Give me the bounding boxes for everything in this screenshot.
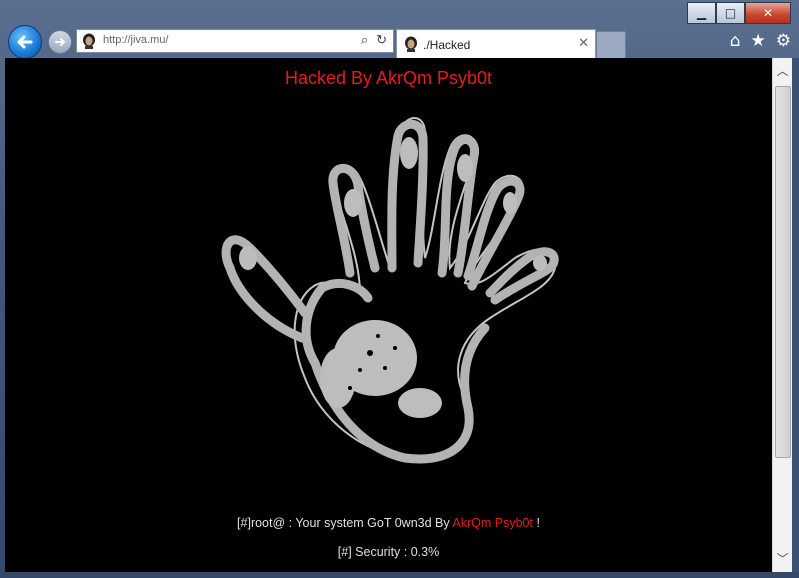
forward-button[interactable] xyxy=(48,30,72,54)
scroll-up-icon[interactable]: ︿ xyxy=(775,62,790,78)
attacker-name: AkrQm Psyb0t xyxy=(452,516,533,530)
vertical-scrollbar[interactable]: ︿ ﹀ xyxy=(772,58,793,572)
close-tab-icon[interactable]: ✕ xyxy=(578,35,589,51)
address-url[interactable]: http://jiva.mu/ xyxy=(103,34,168,46)
ownership-message: [#]root@ : Your system GoT 0wn3d By AkrQ… xyxy=(5,516,772,530)
tab-title: ./Hacked xyxy=(423,38,471,52)
star-icon[interactable]: ★ xyxy=(751,31,766,51)
scroll-thumb[interactable] xyxy=(775,86,791,458)
search-icon[interactable]: ⌕ xyxy=(361,32,368,48)
handprint-image xyxy=(221,117,559,464)
browser-window: ▁ □ ✕ http://jiva.mu/ ⌕ ↻ ./Hacked ✕ ⌂ ★ xyxy=(0,0,799,578)
window-controls: ▁ □ ✕ xyxy=(687,2,791,24)
maximize-button[interactable]: □ xyxy=(716,2,745,24)
home-icon[interactable]: ⌂ xyxy=(730,31,741,51)
tab-hacked[interactable]: ./Hacked ✕ xyxy=(396,29,596,59)
back-button[interactable] xyxy=(8,25,42,59)
gear-icon[interactable]: ⚙ xyxy=(776,31,791,51)
refresh-icon[interactable]: ↻ xyxy=(376,32,387,48)
security-status: [#] Security : 0.3% xyxy=(337,545,440,559)
arrow-right-icon xyxy=(55,38,66,46)
close-button[interactable]: ✕ xyxy=(745,2,791,24)
address-actions: ⌕ ↻ xyxy=(361,32,387,48)
scroll-down-icon[interactable]: ﹀ xyxy=(775,550,790,566)
message-prefix: [#]root@ : Your system GoT 0wn3d By xyxy=(237,516,453,530)
message-suffix: ! xyxy=(532,516,540,530)
toolbar-icons: ⌂ ★ ⚙ xyxy=(730,31,791,51)
site-favicon-icon xyxy=(83,33,95,49)
tab-favicon-icon xyxy=(405,36,417,52)
page-viewport: Hacked By AkrQm Psyb0t [#]root@: Your s… xyxy=(5,58,772,572)
page-headline: Hacked By AkrQm Psyb0t xyxy=(284,68,493,88)
navigation-bar: http://jiva.mu/ ⌕ ↻ ./Hacked ✕ ⌂ ★ ⚙ xyxy=(0,22,799,59)
window-border xyxy=(792,58,799,572)
minimize-button[interactable]: ▁ xyxy=(687,2,716,24)
address-bar[interactable]: http://jiva.mu/ ⌕ ↻ xyxy=(76,29,394,53)
new-tab-button[interactable] xyxy=(596,31,626,59)
arrow-left-icon xyxy=(17,35,33,49)
